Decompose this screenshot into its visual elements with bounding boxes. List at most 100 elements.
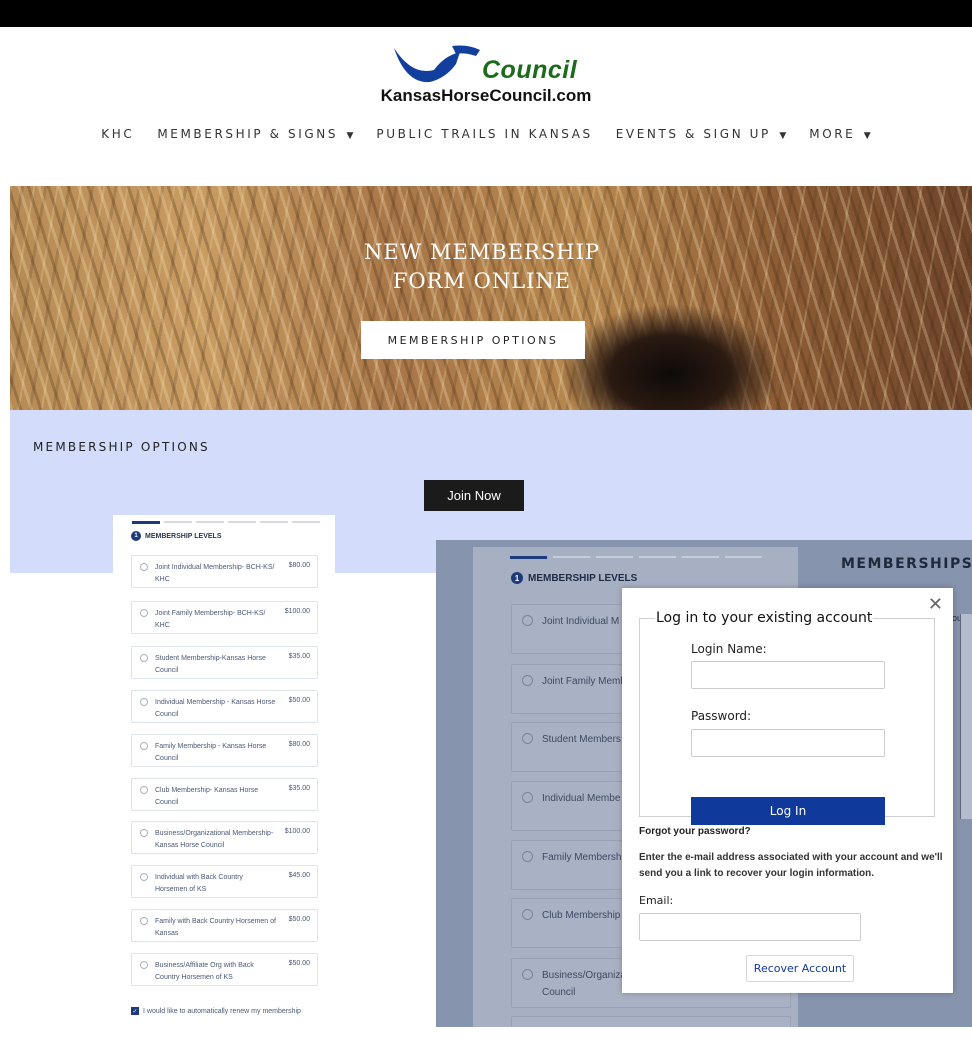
radio-button[interactable] [140, 742, 148, 750]
step-indicator [196, 521, 224, 523]
option-name: Club Membership- Kansas Horse Council [155, 787, 259, 806]
step-indicator [260, 521, 288, 523]
option-name: Business/Organizational Membership-Kansa… [155, 830, 274, 849]
site-logo[interactable]: Council [372, 44, 602, 86]
option-name: Individual Membership - Kansas Horse Cou… [155, 699, 276, 718]
auto-renew-checkbox[interactable]: ✓ I would like to automatically renew my… [131, 1007, 301, 1015]
checkbox-checked-icon[interactable]: ✓ [131, 1007, 139, 1015]
option-price: $50.00 [288, 916, 310, 923]
levels-header: 1 MEMBERSHIP LEVELS [511, 572, 637, 584]
step-indicator [553, 556, 590, 558]
membership-option[interactable]: Business/Affiliate Org with Back Country… [131, 953, 318, 986]
levels-header: 1 MEMBERSHIP LEVELS [131, 531, 222, 541]
step-indicator [228, 521, 256, 523]
option-price: $80.00 [288, 562, 310, 569]
main-nav: KHC MEMBERSHIP & SIGNS ▼ PUBLIC TRAILS I… [0, 127, 972, 141]
recover-account-button[interactable]: Recover Account [746, 955, 854, 982]
option-price: $80.00 [288, 741, 310, 748]
nav-item-khc[interactable]: KHC [101, 127, 134, 141]
radio-button[interactable] [140, 917, 148, 925]
login-name-label: Login Name: [691, 642, 767, 656]
step-indicator [596, 556, 633, 558]
join-now-button[interactable]: Join Now [424, 480, 524, 511]
caret-down-icon: ▼ [863, 131, 871, 141]
password-input[interactable] [691, 729, 885, 757]
membership-form: 1 MEMBERSHIP LEVELS Joint Individual Mem… [113, 515, 335, 1025]
nav-item-more[interactable]: MORE ▼ [809, 127, 870, 141]
recovery-help-text: Enter the e-mail address associated with… [639, 852, 943, 879]
forgot-password-heading: Forgot your password? [639, 826, 751, 837]
membership-option[interactable]: Individual Membership - Kansas Horse Cou… [131, 690, 318, 723]
side-image [960, 614, 972, 819]
email-input[interactable] [639, 913, 861, 941]
membership-option[interactable]: Family Membership - Kansas Horse Council… [131, 734, 318, 767]
option-price: $100.00 [284, 828, 310, 835]
section-title: MEMBERSHIP OPTIONS [33, 440, 210, 454]
membership-option[interactable]: Student Membership-Kansas Horse Council $… [131, 646, 318, 679]
radio-button [522, 851, 533, 862]
email-label: Email: [639, 894, 674, 907]
step-indicator [639, 556, 676, 558]
option-name: Joint Family Membership- BCH-KS/ KHC [155, 610, 266, 629]
membership-option[interactable]: Club Membership- Kansas Horse Council $35… [131, 778, 318, 811]
top-black-bar [0, 0, 972, 27]
nav-item-events[interactable]: EVENTS & SIGN UP ▼ [616, 127, 787, 141]
nav-item-public-trails[interactable]: PUBLIC TRAILS IN KANSAS [376, 127, 592, 141]
radio-button[interactable] [140, 829, 148, 837]
radio-button [522, 615, 533, 626]
step-progress [132, 521, 320, 524]
step-number-badge: 1 [511, 572, 523, 584]
radio-button [522, 675, 533, 686]
password-label: Password: [691, 709, 752, 723]
radio-button[interactable] [140, 873, 148, 881]
membership-option[interactable]: Family with Back Country Horsemen of Kan… [131, 909, 318, 942]
option-name: Student Membership-Kansas Horse Council [155, 655, 266, 674]
step-progress [510, 556, 762, 559]
step-indicator [725, 556, 762, 558]
radio-button [522, 969, 533, 980]
option-price: $50.00 [288, 697, 310, 704]
login-fieldset [639, 618, 935, 817]
radio-button[interactable] [140, 961, 148, 969]
membership-options-button[interactable]: MEMBERSHIP OPTIONS [361, 321, 585, 359]
option-name: Joint Individual Membership- BCH-KS/ KHC [155, 564, 275, 583]
hero-title: NEW MEMBERSHIP FORM ONLINE [10, 238, 954, 296]
membership-option[interactable]: Individual with Back Country Horsemen of… [131, 865, 318, 898]
option-price: $35.00 [288, 785, 310, 792]
option-price: $45.00 [288, 872, 310, 879]
radio-button [522, 792, 533, 803]
auto-renew-label: I would like to automatically renew my m… [143, 1007, 301, 1015]
membership-option[interactable]: Joint Individual Membership- BCH-KS/ KHC… [131, 555, 318, 588]
radio-button[interactable] [140, 786, 148, 794]
levels-header-text: MEMBERSHIP LEVELS [145, 532, 222, 540]
radio-button[interactable] [140, 654, 148, 662]
membership-option[interactable]: Business/Organizational Membership-Kansa… [131, 821, 318, 854]
hero-title-line-2: FORM ONLINE [392, 269, 572, 293]
hero-banner: NEW MEMBERSHIP FORM ONLINE MEMBERSHIP OP… [10, 186, 972, 410]
radio-button[interactable] [140, 609, 148, 617]
step-indicator [292, 521, 320, 523]
membership-option [511, 1016, 791, 1027]
close-icon[interactable]: ✕ [928, 594, 943, 615]
nav-item-membership-signs[interactable]: MEMBERSHIP & SIGNS ▼ [157, 127, 353, 141]
option-name: Business/Affiliate Org with Back Country… [155, 962, 254, 981]
radio-button[interactable] [140, 563, 148, 571]
option-price: $100.00 [284, 608, 310, 615]
caret-down-icon: ▼ [779, 131, 787, 141]
radio-button[interactable] [140, 698, 148, 706]
login-name-input[interactable] [691, 661, 885, 689]
hero-title-line-1: NEW MEMBERSHIP [364, 240, 600, 264]
log-in-button[interactable]: Log In [691, 797, 885, 825]
step-indicator [682, 556, 719, 558]
membership-option[interactable]: Joint Family Membership- BCH-KS/ KHC $100… [131, 601, 318, 634]
step-number-badge: 1 [131, 531, 141, 541]
login-modal: ✕ Log in to your existing account Login … [622, 588, 953, 993]
option-name: Individual with Back Country Horsemen of… [155, 874, 243, 893]
option-name: Family with Back Country Horsemen of Kan… [155, 918, 276, 937]
memberships-title: MEMBERSHIPS [841, 556, 972, 572]
option-name: Family Membership - Kansas Horse Council [155, 743, 267, 762]
step-indicator [164, 521, 192, 523]
caret-down-icon: ▼ [346, 131, 354, 141]
levels-header-text: MEMBERSHIP LEVELS [528, 572, 638, 584]
option-price: $50.00 [288, 960, 310, 967]
